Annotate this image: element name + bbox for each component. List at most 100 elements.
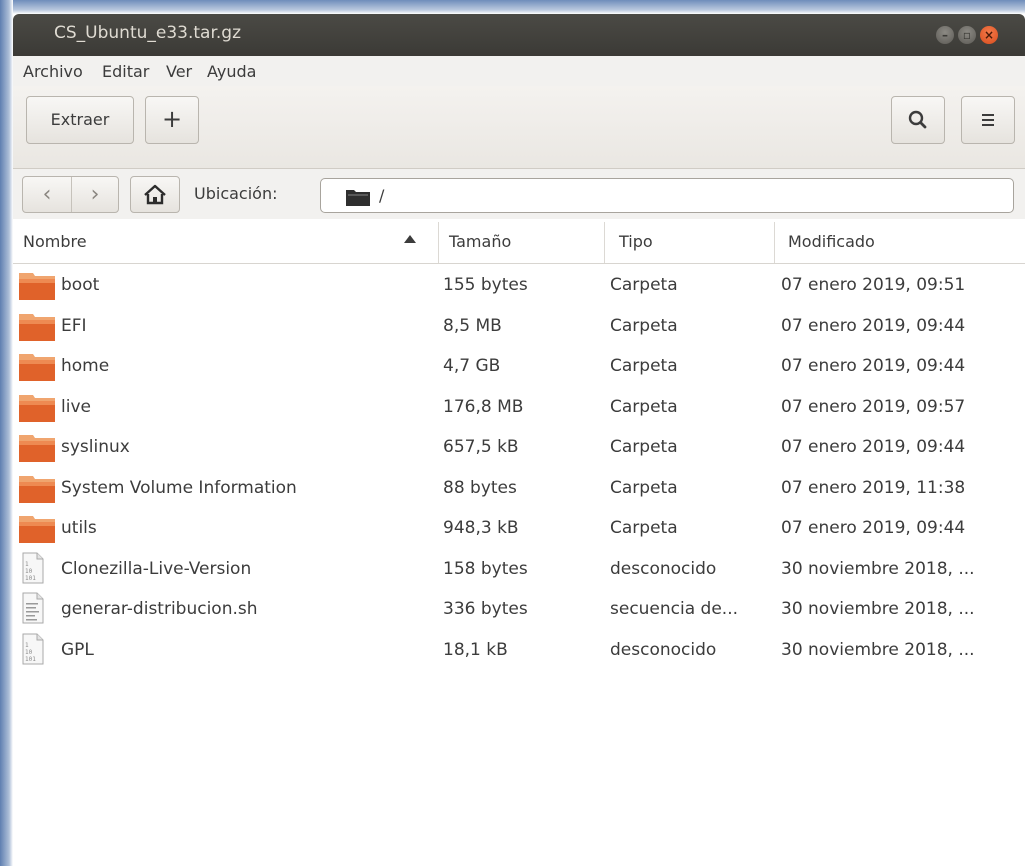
- back-button[interactable]: ‹: [27, 181, 67, 209]
- file-type: Carpeta: [610, 396, 678, 417]
- file-modified: 07 enero 2019, 09:57: [781, 396, 966, 417]
- file-type: desconocido: [610, 558, 717, 579]
- extract-button[interactable]: Extraer: [26, 96, 134, 144]
- column-separator[interactable]: [604, 222, 605, 263]
- table-row[interactable]: 1 10 101 Clonezilla-Live-Version 158 bytes…: [13, 549, 1025, 590]
- column-separator[interactable]: [774, 222, 775, 263]
- file-name: System Volume Information: [61, 477, 297, 498]
- binary-file-icon: 1 10 101: [21, 552, 45, 584]
- file-size: 657,5 kB: [443, 437, 519, 457]
- file-name: syslinux: [61, 437, 130, 457]
- file-modified: 07 enero 2019, 09:51: [781, 275, 966, 295]
- svg-text:101: 101: [25, 656, 36, 663]
- file-size: 18,1 kB: [443, 639, 508, 660]
- file-name: live: [61, 396, 91, 417]
- file-modified: 07 enero 2019, 09:44: [781, 315, 966, 336]
- svg-text:101: 101: [25, 575, 36, 582]
- table-row[interactable]: EFI 8,5 MB Carpeta 07 enero 2019, 09:44: [13, 306, 1025, 347]
- file-modified: 30 noviembre 2018, ...: [781, 639, 975, 660]
- desktop-edge-left: [0, 0, 13, 866]
- svg-text:10: 10: [25, 568, 33, 575]
- location-label: Ubicación:: [194, 184, 278, 203]
- file-name: Clonezilla-Live-Version: [61, 558, 252, 579]
- search-icon: [908, 110, 927, 129]
- file-type: Carpeta: [610, 275, 678, 295]
- file-modified: 07 enero 2019, 09:44: [781, 518, 966, 538]
- file-size: 158 bytes: [443, 558, 528, 579]
- close-icon[interactable]: ×: [980, 26, 998, 44]
- location-bar: ‹ › Ubicación: /: [13, 169, 1025, 219]
- svg-text:10: 10: [25, 649, 33, 656]
- archive-manager-window: CS_Ubuntu_e33.tar.gz – ▫ × Archivo Edita…: [13, 14, 1025, 866]
- search-button[interactable]: [891, 96, 945, 144]
- table-row[interactable]: boot 155 bytes Carpeta 07 enero 2019, 09…: [13, 265, 1025, 306]
- folder-icon: [17, 312, 57, 342]
- menu-ver[interactable]: Ver: [166, 62, 192, 81]
- add-files-button[interactable]: +: [145, 96, 199, 144]
- title-bar[interactable]: CS_Ubuntu_e33.tar.gz – ▫ ×: [13, 14, 1025, 56]
- table-row[interactable]: System Volume Information 88 bytes Carpe…: [13, 468, 1025, 509]
- svg-text:1: 1: [25, 561, 29, 568]
- nav-divider: [71, 177, 72, 212]
- forward-button[interactable]: ›: [75, 181, 115, 209]
- folder-icon: [346, 190, 370, 206]
- menu-archivo[interactable]: Archivo: [23, 62, 83, 81]
- folder-icon: [17, 474, 57, 504]
- table-row[interactable]: live 176,8 MB Carpeta 07 enero 2019, 09:…: [13, 387, 1025, 428]
- file-modified: 07 enero 2019, 11:38: [781, 477, 966, 498]
- file-type: Carpeta: [610, 356, 678, 376]
- column-header-modified[interactable]: Modificado: [788, 222, 1018, 263]
- folder-icon: [17, 393, 57, 423]
- file-name: generar-distribucion.sh: [61, 599, 258, 619]
- file-name: home: [61, 356, 110, 376]
- file-modified: 07 enero 2019, 09:44: [781, 356, 966, 376]
- folder-icon: [17, 271, 57, 301]
- file-type: Carpeta: [610, 315, 678, 336]
- file-size: 176,8 MB: [443, 396, 524, 417]
- file-size: 88 bytes: [443, 477, 517, 498]
- table-row[interactable]: utils 948,3 kB Carpeta 07 enero 2019, 09…: [13, 508, 1025, 549]
- file-list: boot 155 bytes Carpeta 07 enero 2019, 09…: [13, 265, 1025, 670]
- binary-file-icon: 1 10 101: [21, 633, 45, 665]
- file-type: Carpeta: [610, 477, 678, 498]
- folder-icon: [17, 433, 57, 463]
- file-size: 155 bytes: [443, 275, 528, 295]
- location-path: /: [379, 186, 385, 205]
- folder-icon: [17, 514, 57, 544]
- desktop-edge-top: [0, 0, 1025, 14]
- file-type: secuencia de...: [610, 599, 739, 619]
- menu-button[interactable]: [961, 96, 1015, 144]
- screen: CS_Ubuntu_e33.tar.gz – ▫ × Archivo Edita…: [0, 0, 1025, 866]
- folder-icon: [17, 352, 57, 382]
- location-input[interactable]: /: [320, 178, 1014, 213]
- menu-editar[interactable]: Editar: [102, 62, 149, 81]
- file-name: boot: [61, 275, 100, 295]
- file-size: 336 bytes: [443, 599, 528, 619]
- table-row[interactable]: generar-distribucion.sh 336 bytes secuen…: [13, 589, 1025, 630]
- file-type: Carpeta: [610, 437, 678, 457]
- home-icon: [144, 184, 166, 205]
- file-type: desconocido: [610, 639, 717, 660]
- menu-ayuda[interactable]: Ayuda: [207, 62, 256, 81]
- menu-bar: Archivo Editar Ver Ayuda: [13, 56, 1025, 86]
- table-row[interactable]: syslinux 657,5 kB Carpeta 07 enero 2019,…: [13, 427, 1025, 468]
- column-separator[interactable]: [438, 222, 439, 263]
- column-header-size[interactable]: Tamaño: [449, 222, 604, 263]
- file-name: GPL: [61, 639, 94, 660]
- maximize-icon[interactable]: ▫: [958, 26, 976, 44]
- file-modified: 30 noviembre 2018, ...: [781, 558, 975, 579]
- column-header-name[interactable]: Nombre: [23, 222, 438, 263]
- svg-text:1: 1: [25, 642, 29, 649]
- file-modified: 07 enero 2019, 09:44: [781, 437, 966, 457]
- home-button[interactable]: [130, 176, 180, 213]
- window-title: CS_Ubuntu_e33.tar.gz: [54, 23, 242, 43]
- table-row[interactable]: home 4,7 GB Carpeta 07 enero 2019, 09:44: [13, 346, 1025, 387]
- table-row[interactable]: 1 10 101 GPL 18,1 kB desconocido 30 noviem…: [13, 630, 1025, 671]
- toolbar: Extraer +: [13, 86, 1025, 176]
- column-header-type[interactable]: Tipo: [619, 222, 774, 263]
- navigation-group: ‹ ›: [22, 176, 119, 213]
- file-size: 4,7 GB: [443, 356, 501, 376]
- minimize-icon[interactable]: –: [936, 26, 954, 44]
- column-header-row: Nombre Tamaño Tipo Modificado: [13, 222, 1025, 264]
- script-file-icon: [21, 592, 45, 624]
